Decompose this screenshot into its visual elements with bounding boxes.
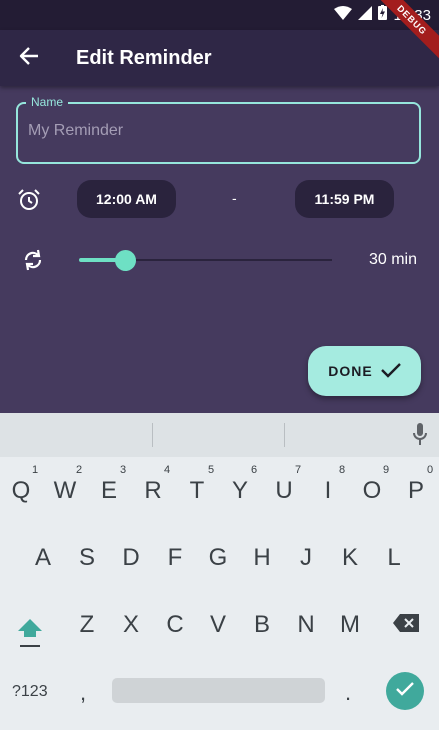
comma-key[interactable]: ,	[80, 680, 86, 706]
slider-thumb[interactable]	[114, 250, 136, 271]
start-time-button[interactable]: 12:00 AM	[77, 180, 176, 218]
key-u[interactable]: U	[264, 477, 304, 505]
key-c[interactable]: C	[155, 611, 195, 639]
key-k[interactable]: K	[330, 544, 370, 572]
key-x[interactable]: X	[111, 611, 151, 639]
symbols-key[interactable]: ?123	[12, 683, 48, 701]
name-input[interactable]	[28, 122, 408, 140]
key-d[interactable]: D	[111, 544, 151, 572]
key-hint: 2	[75, 464, 83, 476]
suggestion-divider	[284, 423, 285, 447]
key-r[interactable]: R	[133, 477, 173, 505]
check-icon	[396, 681, 414, 701]
page-title: Edit Reminder	[76, 46, 212, 69]
time-separator: -	[232, 190, 237, 206]
mic-icon[interactable]	[413, 423, 427, 452]
wifi-icon	[334, 5, 353, 25]
interval-row: 30 min	[0, 240, 439, 280]
time-range-row: 12:00 AM - 11:59 PM	[0, 180, 439, 220]
key-a[interactable]: A	[23, 544, 63, 572]
arrow-back-icon	[19, 46, 39, 70]
key-o[interactable]: O	[352, 477, 392, 505]
key-q[interactable]: Q	[1, 477, 41, 505]
check-icon	[380, 362, 401, 381]
key-l[interactable]: L	[374, 544, 414, 572]
key-t[interactable]: T	[177, 477, 217, 505]
backspace-key[interactable]	[392, 613, 420, 638]
key-hint: 5	[207, 464, 215, 476]
key-hint: 7	[294, 464, 302, 476]
period-key[interactable]: .	[345, 680, 351, 706]
signal-icon	[358, 5, 373, 25]
key-e[interactable]: E	[89, 477, 129, 505]
done-button[interactable]: DONE	[308, 346, 421, 396]
app-bar: Edit Reminder	[0, 30, 439, 86]
interval-slider[interactable]	[79, 250, 332, 271]
back-button[interactable]	[0, 30, 58, 86]
enter-key[interactable]	[386, 672, 424, 710]
shift-key[interactable]	[16, 617, 44, 654]
key-n[interactable]: N	[286, 611, 326, 639]
done-label: DONE	[328, 363, 373, 379]
name-field[interactable]: Name	[16, 95, 421, 164]
name-label: Name	[26, 95, 69, 109]
battery-icon	[378, 5, 388, 25]
key-y[interactable]: Y	[220, 477, 260, 505]
key-s[interactable]: S	[67, 544, 107, 572]
key-hint: 8	[338, 464, 346, 476]
key-z[interactable]: Z	[67, 611, 107, 639]
key-m[interactable]: M	[330, 611, 370, 639]
key-hint: 6	[250, 464, 258, 476]
suggestion-divider	[152, 423, 153, 447]
key-p[interactable]: P	[396, 477, 436, 505]
interval-value: 30 min	[368, 251, 417, 268]
key-v[interactable]: V	[198, 611, 238, 639]
suggestion-strip	[0, 413, 439, 457]
end-time-button[interactable]: 11:59 PM	[295, 180, 394, 218]
key-f[interactable]: F	[155, 544, 195, 572]
key-hint: 1	[31, 464, 39, 476]
key-j[interactable]: J	[286, 544, 326, 572]
key-hint: 0	[426, 464, 434, 476]
key-w[interactable]: W	[45, 477, 85, 505]
repeat-icon	[22, 249, 44, 276]
key-hint: 3	[119, 464, 127, 476]
key-hint: 4	[163, 464, 171, 476]
key-i[interactable]: I	[308, 477, 348, 505]
alarm-icon	[17, 188, 41, 217]
space-key[interactable]	[112, 678, 325, 703]
key-hint: 9	[382, 464, 390, 476]
key-g[interactable]: G	[198, 544, 238, 572]
key-b[interactable]: B	[242, 611, 282, 639]
key-h[interactable]: H	[242, 544, 282, 572]
status-bar: 10:33	[0, 0, 439, 30]
